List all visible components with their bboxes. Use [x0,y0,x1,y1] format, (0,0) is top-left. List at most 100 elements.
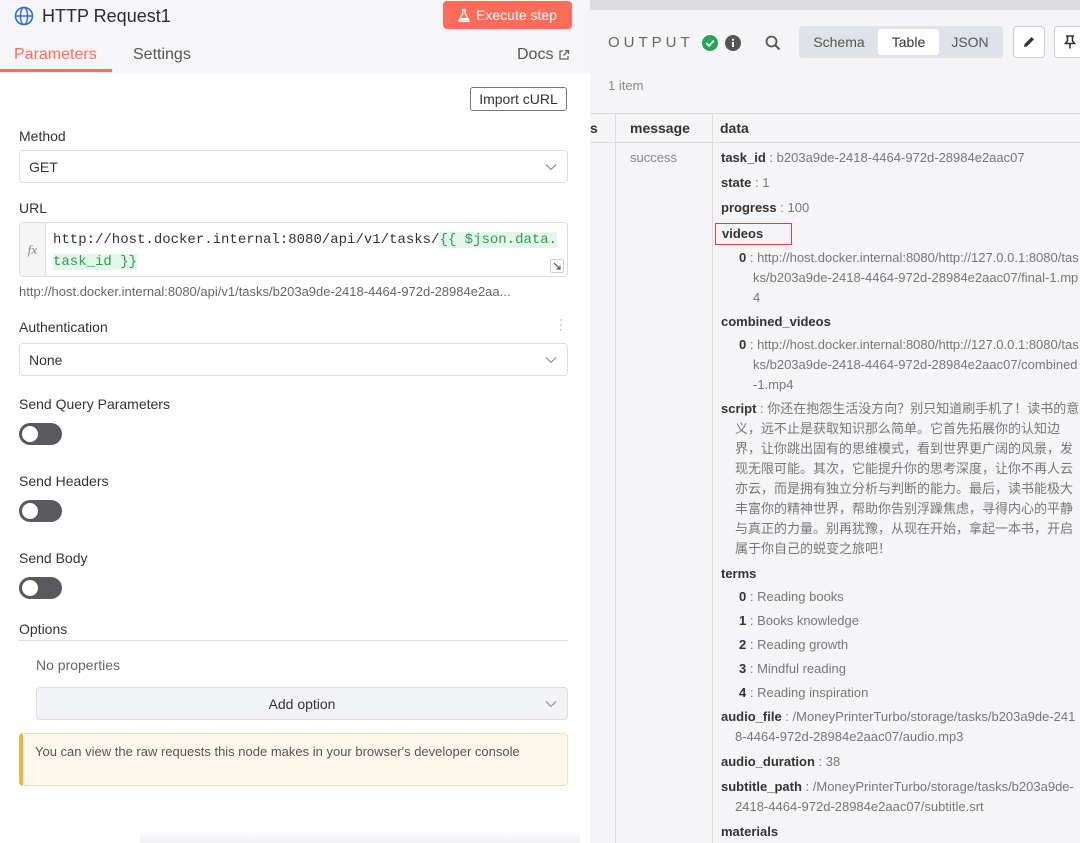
item-count: 1 item [608,78,644,93]
info-icon[interactable] [725,35,741,51]
index-label: 3 [739,661,747,676]
list-item: 4 : Reading inspiration [739,685,869,700]
key-label: terms [721,566,757,581]
key-label: combined_videos [721,314,831,329]
value-text: Mindful reading [757,661,846,676]
key-label: subtitle_path [721,779,802,794]
index-label: 2 [739,637,747,652]
data-row-subtitle-path: subtitle_path : /MoneyPrinterTurbo/stora… [721,779,1074,814]
value-text: Reading growth [757,637,849,652]
column-header-status: s [590,120,598,136]
list-item: 0 : http://host.docker.internal:8080/htt… [739,337,1079,392]
list-item: 3 : Mindful reading [739,661,846,676]
authentication-select[interactable]: None [19,343,568,376]
data-row-materials: materials [721,822,1080,842]
panel-bottom-edge [140,830,580,843]
chevron-down-icon [545,701,557,708]
list-item: 1 : Books knowledge [739,613,859,628]
flask-icon [458,8,470,22]
pin-data-button[interactable] [1054,26,1080,58]
index-label: 1 [739,613,747,628]
globe-icon [14,6,34,26]
value-text: http://host.docker.internal:8080/http://… [753,337,1079,392]
developer-console-notice: You can view the raw requests this node … [19,733,568,786]
table-header: s message data [590,113,1080,143]
expand-icon[interactable] [550,259,564,273]
data-row-videos: videos [715,223,1080,245]
data-cell: task_id : b203a9de-2418-4464-972d-28984e… [715,148,1080,843]
send-body-toggle[interactable] [19,577,62,599]
url-label: URL [19,200,48,216]
method-select[interactable]: GET [19,150,568,183]
no-properties-text: No properties [36,657,121,673]
key-label: state [721,175,752,190]
list-item: 2 : Reading growth [739,637,849,652]
value-text: Reading books [757,589,844,604]
key-label: audio_file [721,709,782,724]
node-header: HTTP Request1 Execute step Parameters Se… [0,0,590,73]
execute-step-button[interactable]: Execute step [443,1,572,29]
docs-link[interactable]: Docs [517,46,570,64]
data-row-terms: terms [721,564,1080,584]
execute-step-label: Execute step [476,7,557,23]
search-icon[interactable] [765,35,781,51]
value-text: http://host.docker.internal:8080/http://… [753,250,1079,305]
index-label: 0 [739,250,747,265]
import-curl-button[interactable]: Import cURL [470,87,567,111]
value-text: b203a9de-2418-4464-972d-28984e2aac07 [776,150,1025,165]
options-label: Options [19,621,68,637]
value-text: Books knowledge [757,613,859,628]
column-header-data: data [720,120,749,136]
url-input[interactable]: fx http://host.docker.internal:8080/api/… [19,222,568,277]
key-label: progress [721,200,777,215]
node-title-text: HTTP Request1 [42,5,171,26]
add-option-label: Add option [268,695,336,712]
method-value: GET [29,158,58,175]
edit-output-button[interactable] [1013,26,1045,58]
send-headers-toggle[interactable] [19,500,62,522]
drag-handle-icon[interactable] [559,318,563,332]
value-text: 38 [825,754,841,769]
column-header-message: message [630,120,690,136]
view-switcher: Schema Table JSON [799,26,1003,58]
success-check-icon [702,35,718,51]
view-table-button[interactable]: Table [878,29,939,55]
parameters-panel: HTTP Request1 Execute step Parameters Se… [0,0,590,843]
value-text: 100 [787,200,810,215]
output-title: OUTPUT [608,34,694,51]
output-panel: OUTPUT Schema Table JSON 1 item s messag… [590,0,1080,843]
docs-label: Docs [517,46,554,63]
data-row-state: state : 1 [721,175,770,190]
send-headers-label: Send Headers [19,473,109,489]
method-label: Method [19,128,66,144]
send-query-toggle[interactable] [19,423,62,445]
data-row-audio-file: audio_file : /MoneyPrinterTurbo/storage/… [721,709,1076,744]
tab-settings[interactable]: Settings [133,46,191,64]
key-label: audio_duration [721,754,815,769]
active-tab-indicator [0,69,112,72]
data-row-task-id: task_id : b203a9de-2418-4464-972d-28984e… [721,150,1025,165]
external-link-icon [559,49,570,60]
view-json-button[interactable]: JSON [939,29,1001,55]
add-option-select[interactable]: Add option [36,687,568,720]
message-cell: success [630,150,677,165]
videos-key-highlight: videos [715,223,793,245]
chevron-down-icon [545,164,557,171]
value-text: Reading inspiration [757,685,869,700]
view-schema-button[interactable]: Schema [803,29,875,55]
output-top-bar [590,0,1080,10]
send-body-label: Send Body [19,550,88,566]
fx-icon: fx [20,223,46,276]
index-label: 0 [739,589,747,604]
data-row-script: script : 你还在抱怨生活没方向？别只知道刷手机了！读书的意义，远不止是获… [721,401,1080,556]
data-row-progress: progress : 100 [721,200,810,215]
authentication-label: Authentication [19,319,108,335]
value-text: /MoneyPrinterTurbo/storage/tasks/b203a9d… [735,709,1076,744]
key-label: task_id [721,150,766,165]
pencil-icon [1024,37,1034,47]
value-text: 你还在抱怨生活没方向？别只知道刷手机了！读书的意义，远不止是获取知识那么简单。它… [735,401,1080,556]
pin-icon [1063,35,1077,49]
chevron-down-icon [545,357,557,364]
node-title[interactable]: HTTP Request1 [14,5,171,27]
tab-parameters[interactable]: Parameters [14,46,97,64]
